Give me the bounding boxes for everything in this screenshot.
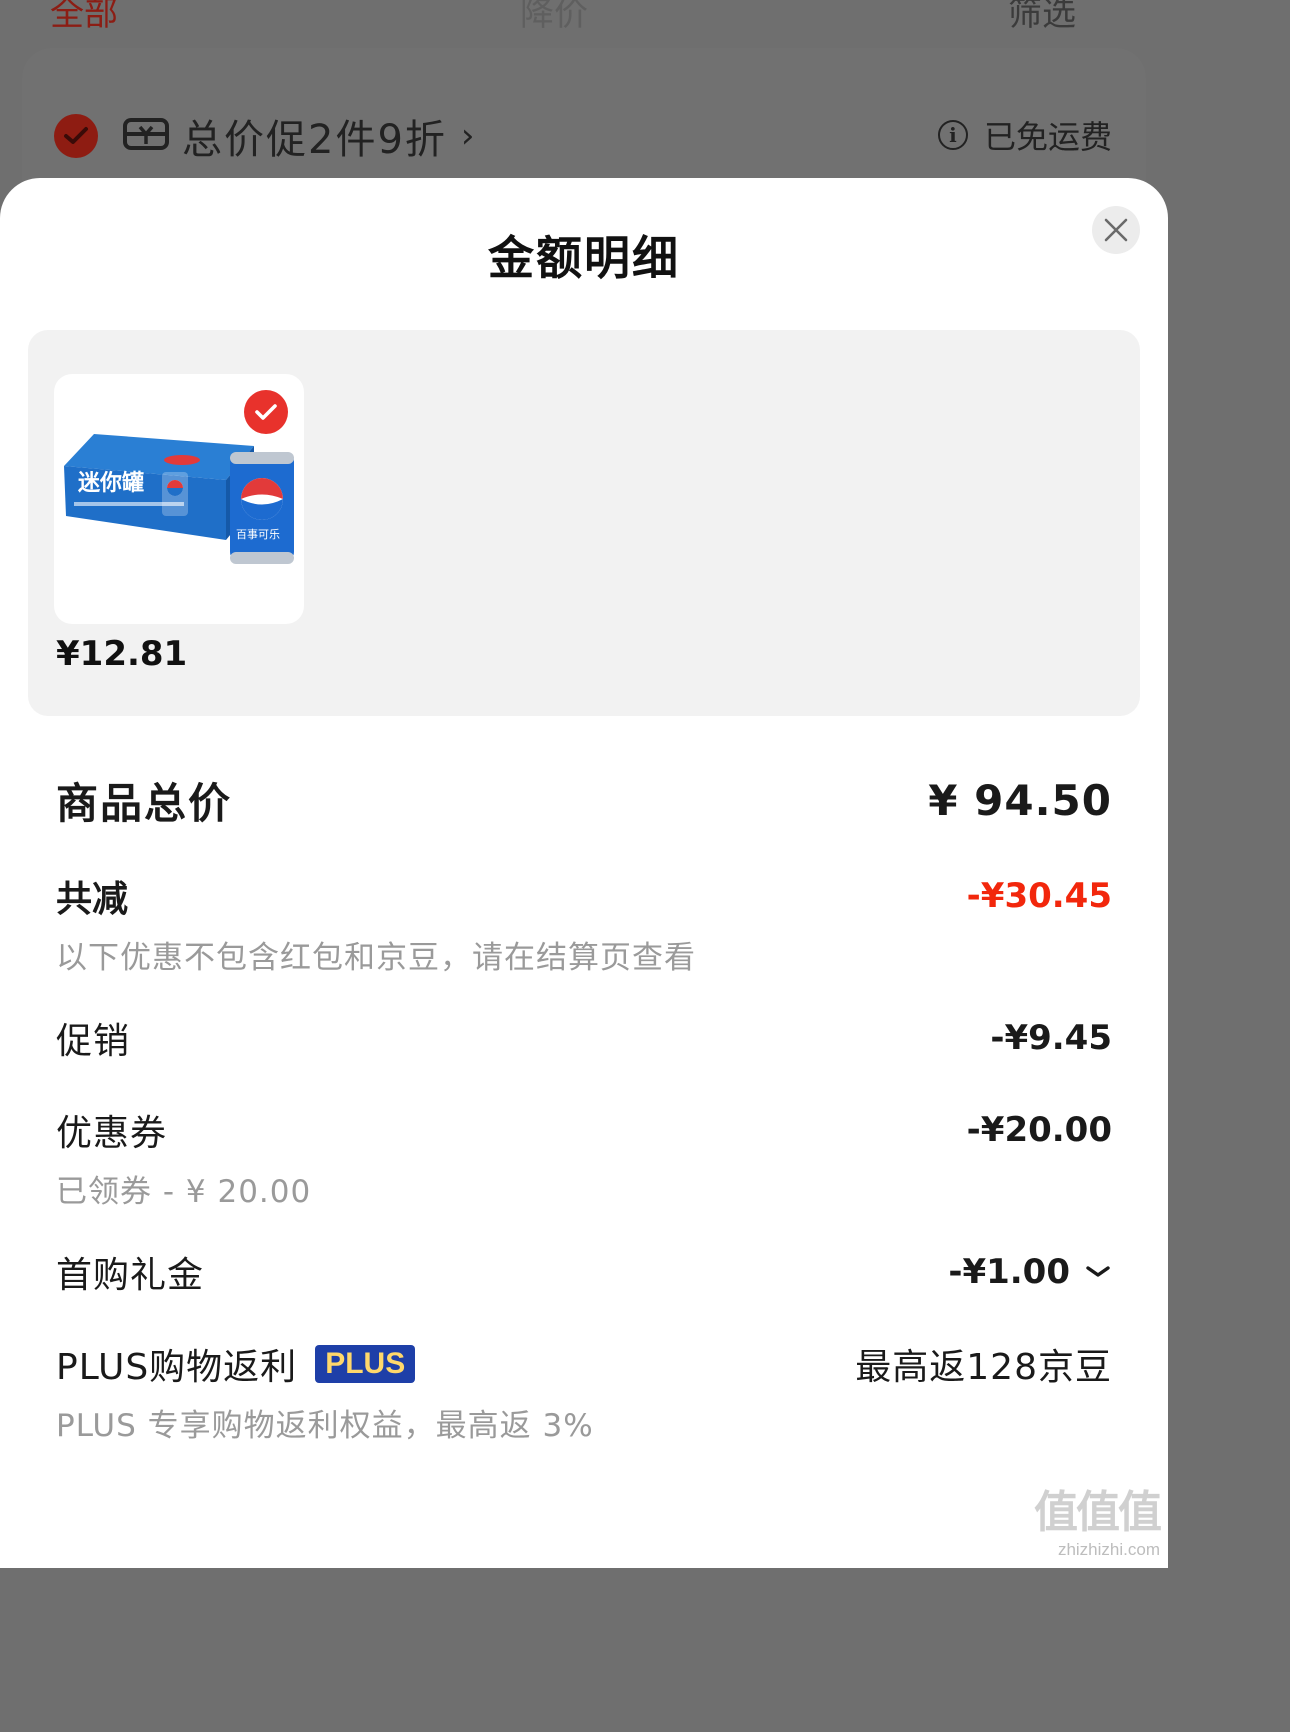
watermark: 值值值 zhizhizhi.com xyxy=(1034,1476,1162,1560)
first-purchase-row[interactable]: 首购礼金 -¥1.00 xyxy=(56,1246,1112,1298)
chevron-down-icon[interactable] xyxy=(1084,1264,1112,1280)
promo-text: 总价促2件9折 xyxy=(182,117,447,163)
coupon-note: 已领券 - ¥ 20.00 xyxy=(56,1174,312,1210)
cart-tabs: 全部 降价 筛选 xyxy=(0,0,1168,40)
watermark-logo: 值值值 xyxy=(1034,1487,1162,1538)
promotion-amount: -¥9.45 xyxy=(990,1018,1112,1058)
discount-note: 以下优惠不包含红包和京豆，请在结算页查看 xyxy=(56,940,696,976)
promo-row[interactable]: 总价促2件9折 › xyxy=(54,108,475,164)
coupon-amount: -¥20.00 xyxy=(966,1110,1112,1150)
product-price: ¥12.81 xyxy=(56,634,188,674)
coupon-row: 优惠券 -¥20.00 xyxy=(56,1104,1112,1156)
plus-rebate-label: PLUS购物返利 xyxy=(56,1347,298,1388)
total-price-row: 商品总价 ¥ 94.50 xyxy=(56,770,1112,831)
checked-icon[interactable] xyxy=(54,114,98,158)
close-icon xyxy=(1104,218,1128,242)
plus-badge: PLUS xyxy=(315,1345,416,1383)
shipping-info[interactable]: i 已免运费 xyxy=(937,112,1112,158)
plus-rebate-row: PLUS购物返利 PLUS 最高返128京豆 xyxy=(56,1338,1112,1390)
plus-rebate-amount: 最高返128京豆 xyxy=(855,1347,1112,1388)
svg-text:迷你罐: 迷你罐 xyxy=(77,470,144,496)
total-price-label: 商品总价 xyxy=(56,779,233,828)
amount-detail-sheet: 金额明细 迷你罐 百事可乐 ¥12.81 商品总价 ¥ 94.50 共减 -¥3… xyxy=(0,178,1168,1568)
sheet-title: 金额明细 xyxy=(488,231,680,285)
tab-price-drop[interactable]: 降价 xyxy=(520,0,588,35)
tab-all[interactable]: 全部 xyxy=(50,0,118,35)
promotion-row: 促销 -¥9.45 xyxy=(56,1012,1112,1064)
first-purchase-label: 首购礼金 xyxy=(56,1255,205,1296)
tab-filter[interactable]: 筛选 xyxy=(1008,0,1076,35)
coupon-label: 优惠券 xyxy=(56,1113,168,1154)
svg-text:百事可乐: 百事可乐 xyxy=(236,528,280,541)
close-button[interactable] xyxy=(1092,206,1140,254)
discount-amount: -¥30.45 xyxy=(966,876,1112,916)
shipping-text: 已免运费 xyxy=(983,118,1112,156)
product-panel: 迷你罐 百事可乐 ¥12.81 xyxy=(28,330,1140,716)
selected-check-icon[interactable] xyxy=(244,390,288,434)
product-image[interactable]: 迷你罐 百事可乐 xyxy=(54,374,304,624)
discount-label: 共减 xyxy=(56,879,129,920)
promotion-label: 促销 xyxy=(56,1021,131,1062)
chevron-right-icon: › xyxy=(460,116,475,156)
plus-rebate-note: PLUS 专享购物返利权益，最高返 3% xyxy=(56,1408,594,1444)
first-purchase-amount: -¥1.00 xyxy=(948,1252,1070,1292)
watermark-url: zhizhizhi.com xyxy=(1057,1540,1160,1559)
coupon-icon xyxy=(122,116,170,156)
info-icon[interactable]: i xyxy=(937,120,968,150)
discount-row: 共减 -¥30.45 xyxy=(56,870,1112,922)
total-price-amount: ¥ 94.50 xyxy=(928,776,1112,825)
